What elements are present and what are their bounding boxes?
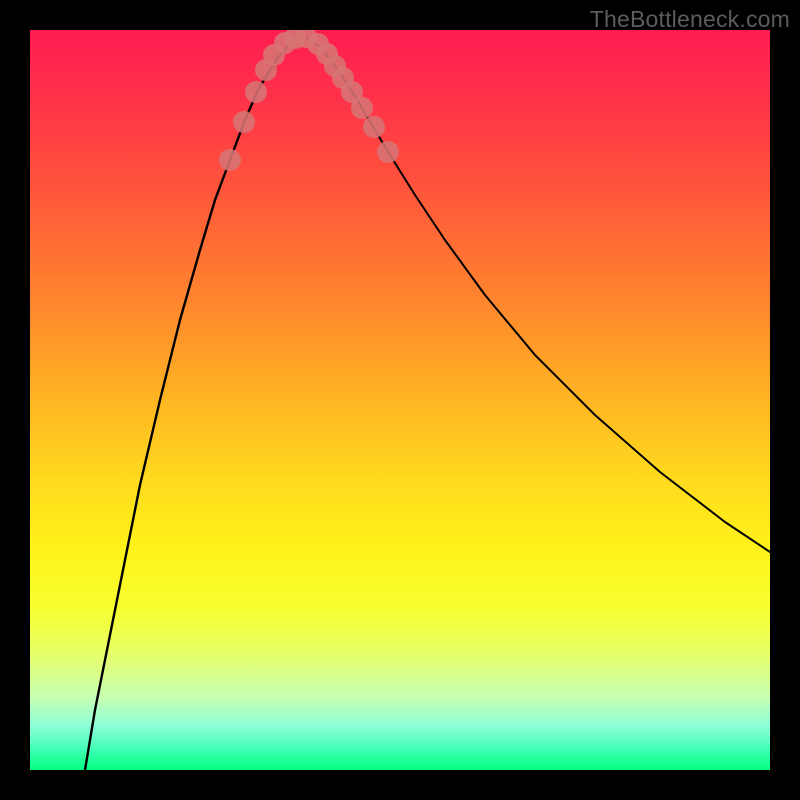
plot-area [30,30,770,770]
data-dots [219,30,399,171]
right-curve [302,37,770,552]
data-dot [219,149,241,171]
data-dot [233,111,255,133]
watermark-text: TheBottleneck.com [590,6,790,33]
data-dot [351,97,373,119]
data-dot [245,81,267,103]
left-curve [85,37,302,770]
chart-svg [30,30,770,770]
data-dot [377,141,399,163]
app-frame: TheBottleneck.com [0,0,800,800]
data-dot [363,116,385,138]
